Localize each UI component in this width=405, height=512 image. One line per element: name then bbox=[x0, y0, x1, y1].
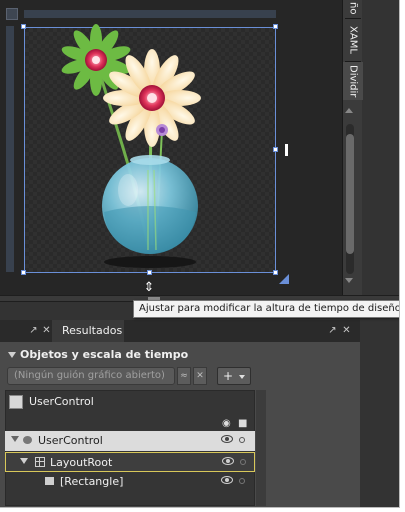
pin-icon[interactable]: ↗ bbox=[326, 324, 339, 337]
tab-xaml-label: XAML bbox=[347, 26, 359, 54]
tree-row-label: [Rectangle] bbox=[60, 475, 124, 488]
tree-row-label: LayoutRoot bbox=[50, 456, 113, 469]
scroll-down-icon[interactable] bbox=[345, 278, 353, 283]
flower-vase-image[interactable] bbox=[0, 0, 342, 295]
scroll-up-icon[interactable] bbox=[345, 108, 353, 113]
tab-split-label: Dividir bbox=[347, 64, 359, 98]
usercontrol-icon bbox=[23, 436, 32, 444]
resize-handle-bottom-right[interactable] bbox=[273, 270, 278, 275]
eye-icon[interactable] bbox=[221, 435, 233, 443]
lock-dot-icon[interactable] bbox=[239, 478, 245, 484]
add-label: + bbox=[223, 369, 234, 383]
eye-icon[interactable]: ◉ bbox=[222, 418, 231, 429]
tab-xaml[interactable]: XAML bbox=[343, 20, 363, 60]
tab-results-label: Resultados bbox=[62, 324, 123, 337]
objects-timeline-panel: Objetos y escala de tiempo (Ningún guión… bbox=[0, 342, 360, 507]
tab-results[interactable]: Resultados bbox=[52, 320, 124, 342]
scrollbar-thumb[interactable] bbox=[346, 134, 354, 254]
collapse-icon[interactable] bbox=[20, 458, 28, 464]
tab-design-label: ño bbox=[347, 2, 359, 15]
resize-handle-top-right[interactable] bbox=[273, 24, 278, 29]
resize-handle-bottom[interactable] bbox=[147, 270, 152, 275]
scope-header[interactable]: UserControl bbox=[5, 392, 255, 414]
eye-icon[interactable] bbox=[222, 457, 234, 465]
grid-icon bbox=[35, 457, 45, 467]
tree-row-layoutroot[interactable]: LayoutRoot bbox=[5, 452, 255, 472]
tree-row-usercontrol[interactable]: UserControl bbox=[5, 431, 255, 451]
chevron-down-icon bbox=[239, 375, 245, 379]
eye-icon[interactable] bbox=[221, 476, 233, 484]
close-icon[interactable]: ✕ bbox=[340, 324, 353, 337]
tree-row-rectangle[interactable]: [Rectangle] bbox=[5, 472, 255, 492]
storyboard-options-icon[interactable]: ≈ bbox=[177, 367, 191, 385]
resize-grip-icon[interactable] bbox=[279, 274, 289, 284]
panel-gutter bbox=[360, 320, 399, 507]
tooltip: Ajustar para modificar la altura de tiem… bbox=[133, 300, 399, 318]
panel-header-label: Objetos y escala de tiempo bbox=[20, 348, 189, 361]
rectangle-icon bbox=[45, 477, 54, 485]
resize-handle-top-left[interactable] bbox=[21, 24, 26, 29]
resize-handle-right[interactable] bbox=[273, 147, 278, 152]
lock-dot-icon[interactable] bbox=[239, 437, 245, 443]
blend-window: ⇕ ño XAML Dividir ↗ ✕ Resultados ↗ ✕ Obj… bbox=[0, 0, 400, 508]
storyboard-close-icon[interactable]: ✕ bbox=[193, 367, 207, 385]
add-storyboard-button[interactable]: + bbox=[217, 367, 251, 385]
collapse-icon[interactable] bbox=[11, 436, 19, 442]
usercontrol-icon bbox=[9, 395, 23, 409]
panel-header[interactable]: Objetos y escala de tiempo bbox=[8, 348, 188, 361]
design-surface[interactable]: ⇕ bbox=[0, 0, 342, 295]
tab-separator bbox=[345, 18, 361, 19]
tree-scrollbar[interactable] bbox=[256, 390, 266, 506]
scope-label: UserControl bbox=[29, 395, 94, 408]
resize-handle-bottom-left[interactable] bbox=[21, 270, 26, 275]
tab-design[interactable]: ño bbox=[343, 0, 363, 17]
collapse-icon bbox=[8, 352, 16, 358]
tree-row-label: UserControl bbox=[38, 434, 103, 447]
pin-icon[interactable]: ↗ bbox=[27, 324, 40, 337]
design-width-handle[interactable] bbox=[285, 144, 288, 156]
tab-split[interactable]: Dividir bbox=[343, 62, 363, 100]
lock-icon[interactable]: ■ bbox=[238, 418, 247, 429]
storyboard-picker[interactable]: (Ningún guión gráfico abierto) bbox=[7, 367, 175, 385]
lock-dot-icon[interactable] bbox=[240, 459, 246, 465]
resize-cursor-icon: ⇕ bbox=[143, 280, 155, 295]
storyboard-placeholder: (Ningún guión gráfico abierto) bbox=[14, 370, 165, 381]
